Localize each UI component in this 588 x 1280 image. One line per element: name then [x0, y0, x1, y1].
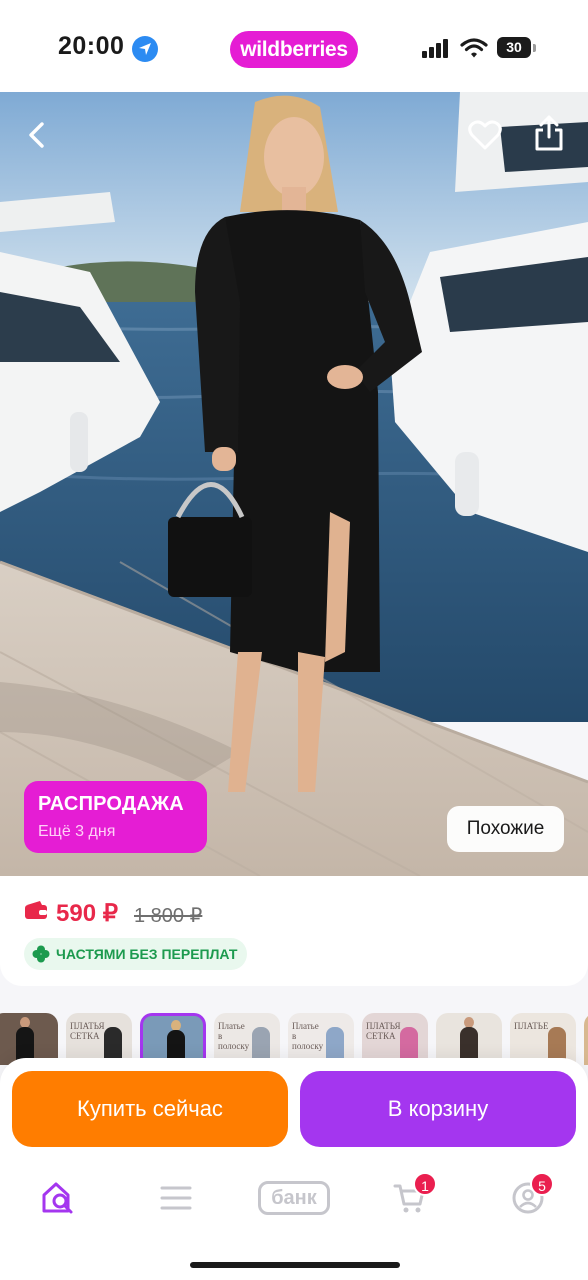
tab-catalog[interactable] [146, 1168, 206, 1228]
action-sheet: Купить сейчас В корзину банк 1 5 [0, 1058, 588, 1280]
menu-icon [160, 1186, 192, 1210]
status-time: 20:00 [58, 32, 125, 60]
tab-cart[interactable]: 1 [380, 1168, 440, 1228]
heart-icon [468, 120, 502, 150]
product-photo[interactable]: РАСПРОДАЖА Ещё 3 дня Похожие [0, 92, 588, 876]
installment-badge[interactable]: ЧАСТЯМИ БЕЗ ПЕРЕПЛАТ [24, 938, 248, 970]
cellular-signal-icon [422, 39, 448, 58]
add-to-cart-button[interactable]: В корзину [300, 1071, 576, 1147]
wallet-icon [25, 901, 47, 919]
battery-cap [533, 44, 536, 52]
bank-icon: банк [258, 1181, 330, 1215]
price-card: 590 ₽ 1 800 ₽ ЧАСТЯМИ БЕЗ ПЕРЕПЛАТ [0, 876, 588, 986]
status-bar: 20:00 wildberries 30 [0, 0, 588, 92]
home-indicator [190, 1262, 400, 1268]
sale-badge-title: РАСПРОДАЖА [38, 793, 184, 815]
favorite-button[interactable] [462, 112, 508, 158]
brand-logo: wildberries [230, 31, 358, 68]
home-search-icon [42, 1182, 73, 1214]
thumbnail[interactable] [584, 1013, 588, 1065]
product-screen: 20:00 wildberries 30 РАСПРОДАЖА Ещё 3 дн… [0, 0, 588, 1280]
buy-now-button[interactable]: Купить сейчас [12, 1071, 288, 1147]
tab-home[interactable] [28, 1168, 88, 1228]
profile-notification-badge: 5 [530, 1172, 554, 1196]
thumbnail-text: Платье в полоску [292, 1021, 324, 1051]
thumbnail-text: ПЛАТЬЯ СЕТКА [366, 1021, 401, 1041]
location-arrow-icon [132, 36, 158, 62]
thumbnail-text: ПЛАТЬЯ СЕТКА [70, 1021, 105, 1041]
sale-badge[interactable]: РАСПРОДАЖА Ещё 3 дня [24, 781, 207, 853]
installment-label: ЧАСТЯМИ БЕЗ ПЕРЕПЛАТ [56, 946, 238, 962]
tab-bar: банк 1 5 [0, 1168, 588, 1228]
thumbnail-text: Платье в полоску [218, 1021, 250, 1051]
back-chevron-icon [29, 122, 44, 148]
tab-bank[interactable]: банк [254, 1168, 334, 1228]
current-price: 590 ₽ [56, 900, 118, 927]
wifi-icon [460, 38, 488, 58]
product-image [0, 92, 588, 876]
thumbnail-text: ПЛАТЬЕ [514, 1021, 549, 1031]
share-button[interactable] [526, 110, 572, 156]
tab-profile[interactable]: 5 [498, 1168, 558, 1228]
old-price: 1 800 ₽ [134, 905, 203, 927]
sale-badge-subtitle: Ещё 3 дня [38, 823, 116, 840]
share-icon [535, 115, 563, 151]
clover-icon [32, 945, 50, 963]
back-button[interactable] [14, 112, 60, 158]
similar-button[interactable]: Похожие [447, 806, 564, 852]
battery-icon: 30 [497, 37, 531, 58]
cart-count-badge: 1 [413, 1172, 437, 1196]
